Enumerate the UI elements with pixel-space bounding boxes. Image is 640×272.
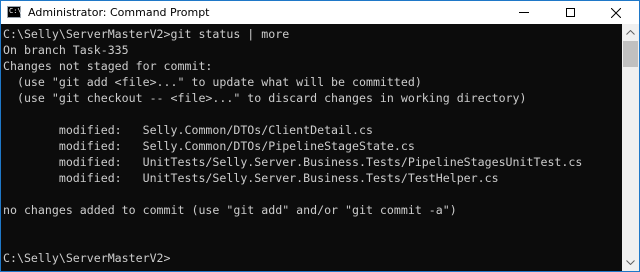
close-button[interactable] [593, 1, 639, 24]
console-line: Changes not staged for commit: [3, 59, 213, 73]
scroll-down-button[interactable] [622, 254, 639, 271]
maximize-icon [565, 8, 575, 17]
scroll-thumb[interactable] [623, 41, 638, 67]
console-line: C:\Selly\ServerMasterV2>git status | mor… [3, 27, 290, 41]
scroll-up-button[interactable] [622, 24, 639, 41]
minimize-button[interactable] [501, 1, 547, 24]
minimize-icon [519, 12, 529, 13]
title-bar[interactable]: C:\ Administrator: Command Prompt [1, 1, 639, 24]
console-line: modified: Selly.Common/DTOs/ClientDetail… [3, 123, 373, 137]
console-line: (use "git add <file>..." to update what … [3, 75, 422, 89]
close-icon [611, 7, 621, 18]
console-line: On branch Task-335 [3, 43, 129, 57]
console-prompt: C:\Selly\ServerMasterV2> [3, 251, 171, 265]
console-line: modified: UnitTests/Selly.Server.Busines… [3, 171, 499, 185]
console-output[interactable]: C:\Selly\ServerMasterV2>git status | mor… [1, 24, 622, 271]
cmd-icon-label: C:\ [9, 7, 22, 15]
command-prompt-window: C:\ Administrator: Command Prompt C:\Sel… [0, 0, 640, 272]
console-line: modified: Selly.Common/DTOs/PipelineStag… [3, 139, 415, 153]
console-line: (use "git checkout -- <file>..." to disc… [3, 91, 527, 105]
console-line: no changes added to commit (use "git add… [3, 203, 457, 217]
cmd-icon[interactable]: C:\ [7, 6, 22, 18]
scroll-up-arrow-icon [626, 30, 635, 35]
console-line: modified: UnitTests/Selly.Server.Busines… [3, 155, 583, 169]
vertical-scrollbar[interactable] [622, 24, 639, 271]
maximize-button[interactable] [547, 1, 593, 24]
window-title: Administrator: Command Prompt [28, 6, 210, 19]
scroll-down-arrow-icon [626, 260, 635, 265]
